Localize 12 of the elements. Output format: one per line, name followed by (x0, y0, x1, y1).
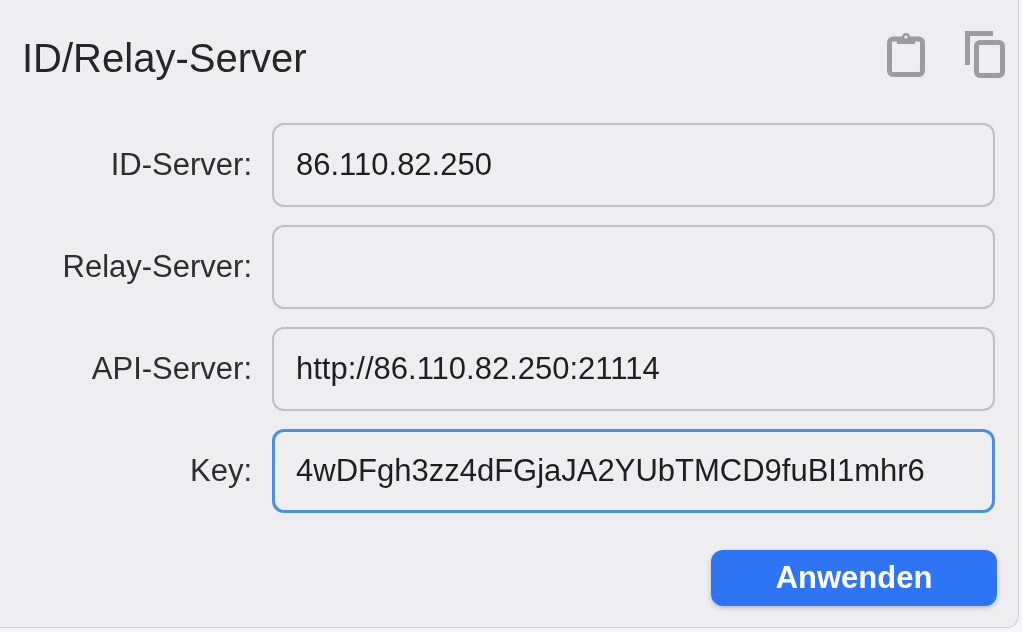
copy-icon[interactable] (965, 30, 1005, 78)
input-field[interactable]: 86.110.82.250 (272, 123, 995, 207)
input-field[interactable]: http://86.110.82.250:21114 (272, 327, 995, 411)
field-label: API-Server: (91, 351, 252, 387)
field-label: Relay-Server: (62, 249, 252, 285)
apply-button[interactable]: Anwenden (711, 550, 997, 606)
input-field[interactable] (272, 225, 995, 309)
field-label: Key: (189, 453, 252, 489)
input-field[interactable]: 4wDFgh3zz4dFGjaJA2YUbTMCD9fuBI1mhr6 (272, 429, 995, 513)
clipboard-icon[interactable] (887, 31, 925, 77)
field-label: ID-Server: (110, 147, 252, 183)
section-title: ID/Relay-Server (22, 35, 307, 81)
